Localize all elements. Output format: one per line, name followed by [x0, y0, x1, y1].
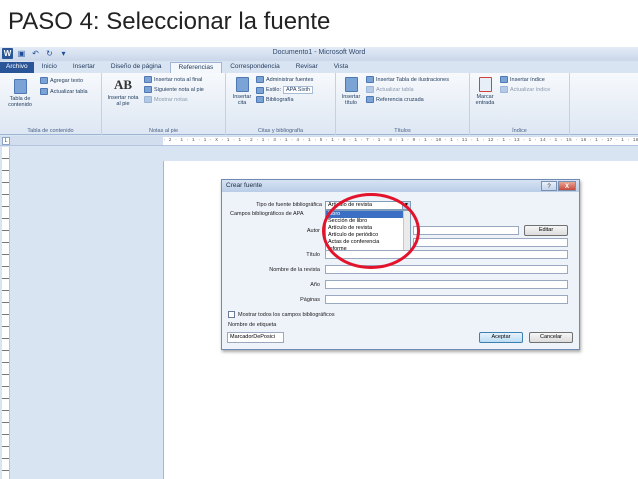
group-label-notes: Notas al pie [148, 128, 179, 134]
group-index: Marcar entrada Insertar índice Actualiza… [470, 73, 570, 135]
endnote-icon [144, 76, 152, 83]
dialog-titlebar[interactable]: Crear fuente ? X [222, 180, 579, 192]
style-selector[interactable]: Estilo: APA Sixth [256, 86, 314, 94]
insert-footnote-button[interactable]: AB Insertar nota al pie [106, 77, 140, 107]
citation-icon [235, 77, 249, 92]
insert-table-of-figures-button[interactable]: Insertar Tabla de ilustraciones [366, 76, 449, 83]
edit-button[interactable]: Editar [524, 225, 568, 236]
pages-field[interactable] [325, 295, 568, 304]
tab-vista[interactable]: Vista [326, 62, 356, 73]
dialog-title: Crear fuente [226, 182, 263, 189]
group-notes: AB Insertar nota al pie Insertar nota al… [102, 73, 226, 135]
style-combo[interactable]: APA Sixth [282, 86, 314, 94]
author-field[interactable] [413, 226, 519, 235]
tag-name-field[interactable]: MarcadorDePosici [227, 332, 284, 343]
ribbon: Tabla de contenido Agregar texto Actuali… [0, 73, 638, 135]
group-label-index: Índice [512, 128, 527, 134]
horizontal-ruler[interactable]: · 2 · 1 · 1 · 1 · X · 1 · 1 · 2 · 1 · 3 … [163, 137, 638, 145]
manage-sources-icon [256, 76, 264, 83]
insert-index-button[interactable]: Insertar índice [500, 76, 545, 83]
author-extra-field[interactable] [413, 238, 568, 247]
group-label-captions: Títulos [394, 128, 411, 134]
group-toc: Tabla de contenido Agregar texto Actuali… [0, 73, 102, 135]
chevron-down-icon[interactable]: ▼ [402, 202, 410, 209]
tab-diseno[interactable]: Diseño de página [103, 62, 170, 73]
slide-title: PASO 4: Seleccionar la fuente [8, 8, 331, 35]
insert-endnote-button[interactable]: Insertar nota al final [144, 76, 202, 83]
show-notes-icon [144, 96, 152, 103]
group-citations: Insertar cita Administrar fuentes Estilo… [226, 73, 336, 135]
group-captions: Insertar título Insertar Tabla de ilustr… [336, 73, 470, 135]
option-libro[interactable]: Libro [326, 211, 410, 218]
journal-label: Nombre de la revista [269, 267, 320, 273]
mark-entry-icon [478, 77, 492, 92]
tab-archivo[interactable]: Archivo [0, 62, 34, 73]
update-icon [40, 88, 48, 95]
insert-caption-button[interactable]: Insertar título [340, 77, 362, 106]
insert-citation-button[interactable]: Insertar cita [230, 77, 254, 106]
word-window: W ▣ ↶ ↻ ▾ Documento1 - Microsoft Word Ar… [0, 47, 638, 479]
source-type-value: Artículo de revista [328, 202, 373, 208]
source-type-label: Tipo de fuente bibliográfica [256, 202, 322, 208]
tab-insertar[interactable]: Insertar [65, 62, 103, 73]
title-label: Título [306, 252, 320, 258]
horizontal-ruler-row: L · 2 · 1 · 1 · 1 · X · 1 · 1 · 2 · 1 · … [0, 136, 638, 146]
update-toc-button[interactable]: Actualizar tabla [40, 88, 88, 95]
manage-sources-button[interactable]: Administrar fuentes [256, 76, 313, 83]
bibliography-button[interactable]: Bibliografía [256, 96, 294, 103]
ribbon-tabs: Archivo Inicio Insertar Diseño de página… [0, 61, 638, 73]
tab-selector-icon[interactable]: L [2, 137, 10, 145]
option-seccion-libro[interactable]: Sección de libro [326, 218, 410, 225]
title-bar: W ▣ ↶ ↻ ▾ Documento1 - Microsoft Word [0, 47, 638, 61]
next-footnote-icon [144, 86, 152, 93]
vertical-ruler[interactable] [2, 147, 10, 479]
add-text-icon [40, 77, 48, 84]
show-notes-button[interactable]: Mostrar notas [144, 96, 188, 103]
update-index-button[interactable]: Actualizar índice [500, 86, 550, 93]
table-of-figures-icon [366, 76, 374, 83]
year-field[interactable] [325, 280, 568, 289]
next-footnote-button[interactable]: Siguiente nota al pie [144, 86, 204, 93]
group-label-toc: Tabla de contenido [27, 128, 74, 134]
group-label-citations: Citas y bibliografía [257, 128, 304, 134]
source-type-select[interactable]: Artículo de revista ▼ [325, 201, 411, 210]
show-all-label: Mostrar todos los campos bibliográficos [238, 312, 335, 318]
option-articulo-revista[interactable]: Artículo de revista [326, 225, 410, 232]
footnote-icon: AB [113, 77, 133, 92]
caption-icon [344, 77, 358, 92]
create-source-dialog: Crear fuente ? X Tipo de fuente bibliogr… [221, 179, 580, 350]
title-field[interactable] [325, 250, 568, 259]
cross-reference-icon [366, 96, 374, 103]
update-index-icon [500, 86, 508, 93]
tab-referencias[interactable]: Referencias [169, 62, 223, 73]
toc-icon [13, 79, 27, 94]
tab-correspondencia[interactable]: Correspondencia [222, 62, 288, 73]
option-articulo-periodico[interactable]: Artículo de periódico [326, 232, 410, 239]
fields-label: Campos bibliográficos de APA [230, 211, 304, 217]
mark-entry-button[interactable]: Marcar entrada [474, 77, 496, 106]
cross-reference-button[interactable]: Referencia cruzada [366, 96, 424, 103]
year-label: Año [310, 282, 320, 288]
journal-field[interactable] [325, 265, 568, 274]
tab-inicio[interactable]: Inicio [34, 62, 65, 73]
option-actas-conferencia[interactable]: Actas de conferencia [326, 239, 410, 246]
show-all-checkbox[interactable] [228, 311, 235, 318]
author-label: Autor [306, 228, 320, 234]
accept-button[interactable]: Aceptar [479, 332, 523, 343]
style-icon [256, 86, 264, 94]
close-button[interactable]: X [558, 181, 576, 191]
pages-label: Páginas [300, 297, 320, 303]
add-text-button[interactable]: Agregar texto [40, 77, 83, 84]
help-button[interactable]: ? [541, 181, 557, 191]
tag-name-label: Nombre de etiqueta [228, 322, 277, 328]
index-icon [500, 76, 508, 83]
bibliography-icon [256, 96, 264, 103]
tab-revisar[interactable]: Revisar [288, 62, 326, 73]
update-figures-button[interactable]: Actualizar tabla [366, 86, 414, 93]
update-figures-icon [366, 86, 374, 93]
cancel-button[interactable]: Cancelar [529, 332, 573, 343]
toc-button[interactable]: Tabla de contenido [4, 79, 36, 108]
window-title: Documento1 - Microsoft Word [272, 49, 366, 56]
